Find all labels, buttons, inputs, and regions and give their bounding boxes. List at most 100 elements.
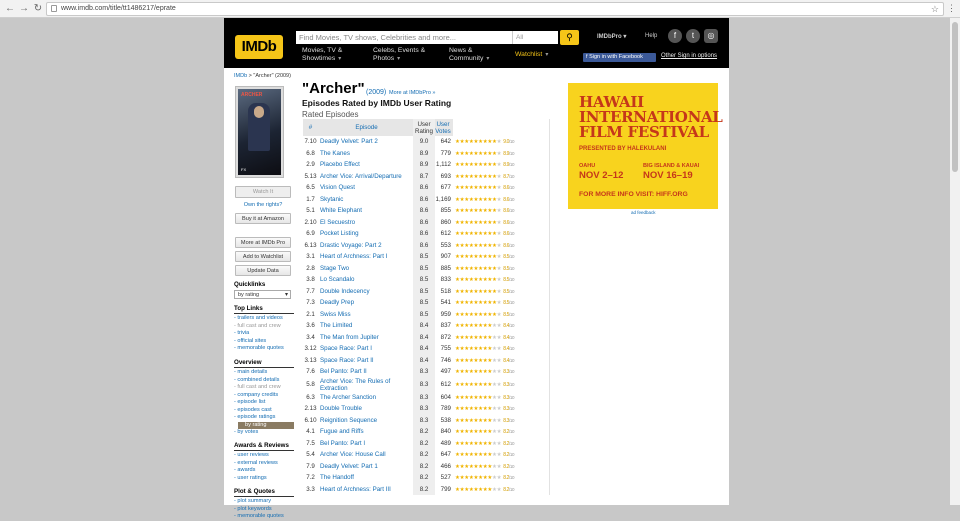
star-icon[interactable]: ★ (497, 452, 502, 458)
link-by-rating[interactable]: by rating (238, 421, 294, 429)
star-icon[interactable]: ★ (497, 266, 502, 272)
link-company-credits[interactable]: - company credits (234, 392, 294, 400)
episode-title-link[interactable]: Deadly Velvet: Part 1 (318, 461, 413, 473)
star-rating-widget[interactable]: ★★★★★★★★★★ 8.2/10 (453, 426, 550, 438)
ad-feedback-link[interactable]: ad feedback (631, 210, 656, 215)
quicklinks-select[interactable]: by rating (234, 290, 291, 299)
episode-title-link[interactable]: Lo Scandalo (318, 274, 413, 286)
link-by-votes[interactable]: - by votes (234, 429, 294, 437)
star-rating-widget[interactable]: ★★★★★★★★★★ 8.3/10 (453, 377, 550, 392)
advertisement[interactable]: HAWAII INTERNATIONAL FILM FESTIVAL PRESE… (568, 83, 723, 209)
star-rating-widget[interactable]: ★★★★★★★★★★ 9.0/10 (453, 136, 550, 148)
menu-news[interactable]: News & Community ▾ (449, 47, 503, 63)
star-rating-widget[interactable]: ★★★★★★★★★★ 8.5/10 (453, 285, 550, 297)
star-icon[interactable]: ★ (497, 151, 502, 157)
episode-title-link[interactable]: Swiss Miss (318, 309, 413, 321)
buy-amazon-button[interactable]: Buy it at Amazon (235, 213, 291, 224)
star-icon[interactable]: ★ (497, 277, 502, 283)
episode-title-link[interactable]: Drastic Voyage: Part 2 (318, 240, 413, 252)
episode-title-link[interactable]: The Kanes (318, 148, 413, 160)
star-rating-widget[interactable]: ★★★★★★★★★★ 8.6/10 (453, 239, 550, 251)
link-main-details[interactable]: - main details (234, 369, 294, 377)
star-rating-widget[interactable]: ★★★★★★★★★★ 8.2/10 (453, 437, 550, 449)
link-full-cast[interactable]: - full cast and crew (234, 323, 294, 331)
episode-title-link[interactable]: Bel Panto: Part II (318, 366, 413, 378)
star-rating-widget[interactable]: ★★★★★★★★★★ 8.6/10 (453, 216, 550, 228)
episode-title-link[interactable]: The Limited (318, 320, 413, 332)
menu-movies[interactable]: Movies, TV & Showtimes ▾ (302, 47, 354, 63)
star-icon[interactable]: ★ (497, 323, 502, 329)
facebook-icon[interactable]: f (668, 29, 682, 43)
watch-it-button[interactable]: Watch It (235, 186, 291, 198)
star-icon[interactable]: ★ (497, 208, 502, 214)
star-rating-widget[interactable]: ★★★★★★★★★★ 8.5/10 (453, 262, 550, 274)
link-plot-keywords[interactable]: - plot keywords (234, 506, 294, 514)
star-rating-widget[interactable]: ★★★★★★★★★★ 8.2/10 (453, 472, 550, 484)
add-watchlist-button[interactable]: Add to Watchlist (235, 251, 291, 262)
link-user-reviews[interactable]: - user reviews (234, 452, 294, 460)
link-external-reviews[interactable]: - external reviews (234, 460, 294, 468)
star-icon[interactable]: ★ (497, 254, 502, 260)
star-icon[interactable]: ★ (497, 220, 502, 226)
imdb-logo[interactable]: IMDb (235, 35, 283, 59)
link-plot-summary[interactable]: - plot summary (234, 498, 294, 506)
search-button[interactable]: ⚲ (560, 30, 579, 45)
episode-title-link[interactable]: Bel Panto: Part I (318, 438, 413, 450)
browser-menu-icon[interactable]: ⋮ (947, 3, 956, 13)
link-combined-details[interactable]: - combined details (234, 377, 294, 385)
episode-title-link[interactable]: Archer Vice: The Rules of Extraction (318, 378, 413, 392)
star-rating-widget[interactable]: ★★★★★★★★★★ 8.3/10 (453, 391, 550, 403)
star-rating-widget[interactable]: ★★★★★★★★★★ 8.2/10 (453, 460, 550, 472)
star-rating-widget[interactable]: ★★★★★★★★★★ 8.6/10 (453, 182, 550, 194)
star-rating-widget[interactable]: ★★★★★★★★★★ 8.3/10 (453, 403, 550, 415)
star-icon[interactable]: ★ (497, 185, 502, 191)
update-data-button[interactable]: Update Data (235, 265, 291, 276)
star-icon[interactable]: ★ (497, 139, 502, 145)
star-icon[interactable]: ★ (497, 162, 502, 168)
star-icon[interactable]: ★ (497, 475, 502, 481)
own-rights-link[interactable]: Own the rights? (235, 202, 291, 208)
star-icon[interactable]: ★ (497, 346, 502, 352)
star-rating-widget[interactable]: ★★★★★★★★★★ 8.2/10 (453, 483, 550, 495)
instagram-icon[interactable]: ◎ (704, 29, 718, 43)
star-rating-widget[interactable]: ★★★★★★★★★★ 8.5/10 (453, 251, 550, 263)
breadcrumb-home[interactable]: IMDb (234, 73, 247, 79)
link-trailers[interactable]: - trailers and videos (234, 315, 294, 323)
search-input[interactable]: Find Movies, TV shows, Celebrities and m… (296, 31, 512, 44)
star-rating-widget[interactable]: ★★★★★★★★★★ 8.5/10 (453, 297, 550, 309)
star-icon[interactable]: ★ (497, 406, 502, 412)
col-number[interactable]: # (303, 119, 318, 136)
star-rating-widget[interactable]: ★★★★★★★★★★ 8.3/10 (453, 414, 550, 426)
episode-title-link[interactable]: Heart of Archness: Part III (318, 484, 413, 496)
forward-icon[interactable]: → (18, 3, 30, 15)
link-full-cast-crew[interactable]: - full cast and crew (234, 384, 294, 392)
episode-title-link[interactable]: The Handoff (318, 472, 413, 484)
link-user-ratings[interactable]: - user ratings (234, 475, 294, 483)
other-signin-link[interactable]: Other Sign in options (661, 53, 717, 59)
star-rating-widget[interactable]: ★★★★★★★★★★ 8.9/10 (453, 147, 550, 159)
episode-title-link[interactable]: The Archer Sanction (318, 392, 413, 404)
more-imdbpro-button[interactable]: More at IMDb Pro (235, 237, 291, 248)
episode-title-link[interactable]: Fugue and Riffs (318, 426, 413, 438)
star-icon[interactable]: ★ (497, 197, 502, 203)
star-icon[interactable]: ★ (497, 418, 502, 424)
address-bar[interactable]: www.imdb.com/title/tt1486217/eprate ☆ (46, 2, 944, 16)
menu-watchlist[interactable]: Watchlist ▾ (515, 51, 548, 59)
star-icon[interactable]: ★ (497, 395, 502, 401)
facebook-signin-button[interactable]: f Sign in with Facebook (583, 53, 656, 62)
scrollbar[interactable] (950, 18, 960, 505)
star-rating-widget[interactable]: ★★★★★★★★★★ 8.7/10 (453, 170, 550, 182)
episode-title-link[interactable]: Stage Two (318, 263, 413, 275)
star-icon[interactable]: ★ (497, 300, 502, 306)
reload-icon[interactable]: ↻ (32, 3, 44, 15)
episode-title-link[interactable]: Pocket Listing (318, 228, 413, 240)
episode-title-link[interactable]: El Secuestro (318, 217, 413, 229)
star-icon[interactable]: ★ (497, 174, 502, 180)
link-quotes[interactable]: - memorable quotes (234, 513, 294, 521)
star-icon[interactable]: ★ (497, 231, 502, 237)
episode-title-link[interactable]: Archer Vice: House Call (318, 449, 413, 461)
star-icon[interactable]: ★ (497, 429, 502, 435)
star-icon[interactable]: ★ (497, 335, 502, 341)
scrollbar-thumb[interactable] (952, 22, 958, 172)
episode-title-link[interactable]: Deadly Prep (318, 297, 413, 309)
